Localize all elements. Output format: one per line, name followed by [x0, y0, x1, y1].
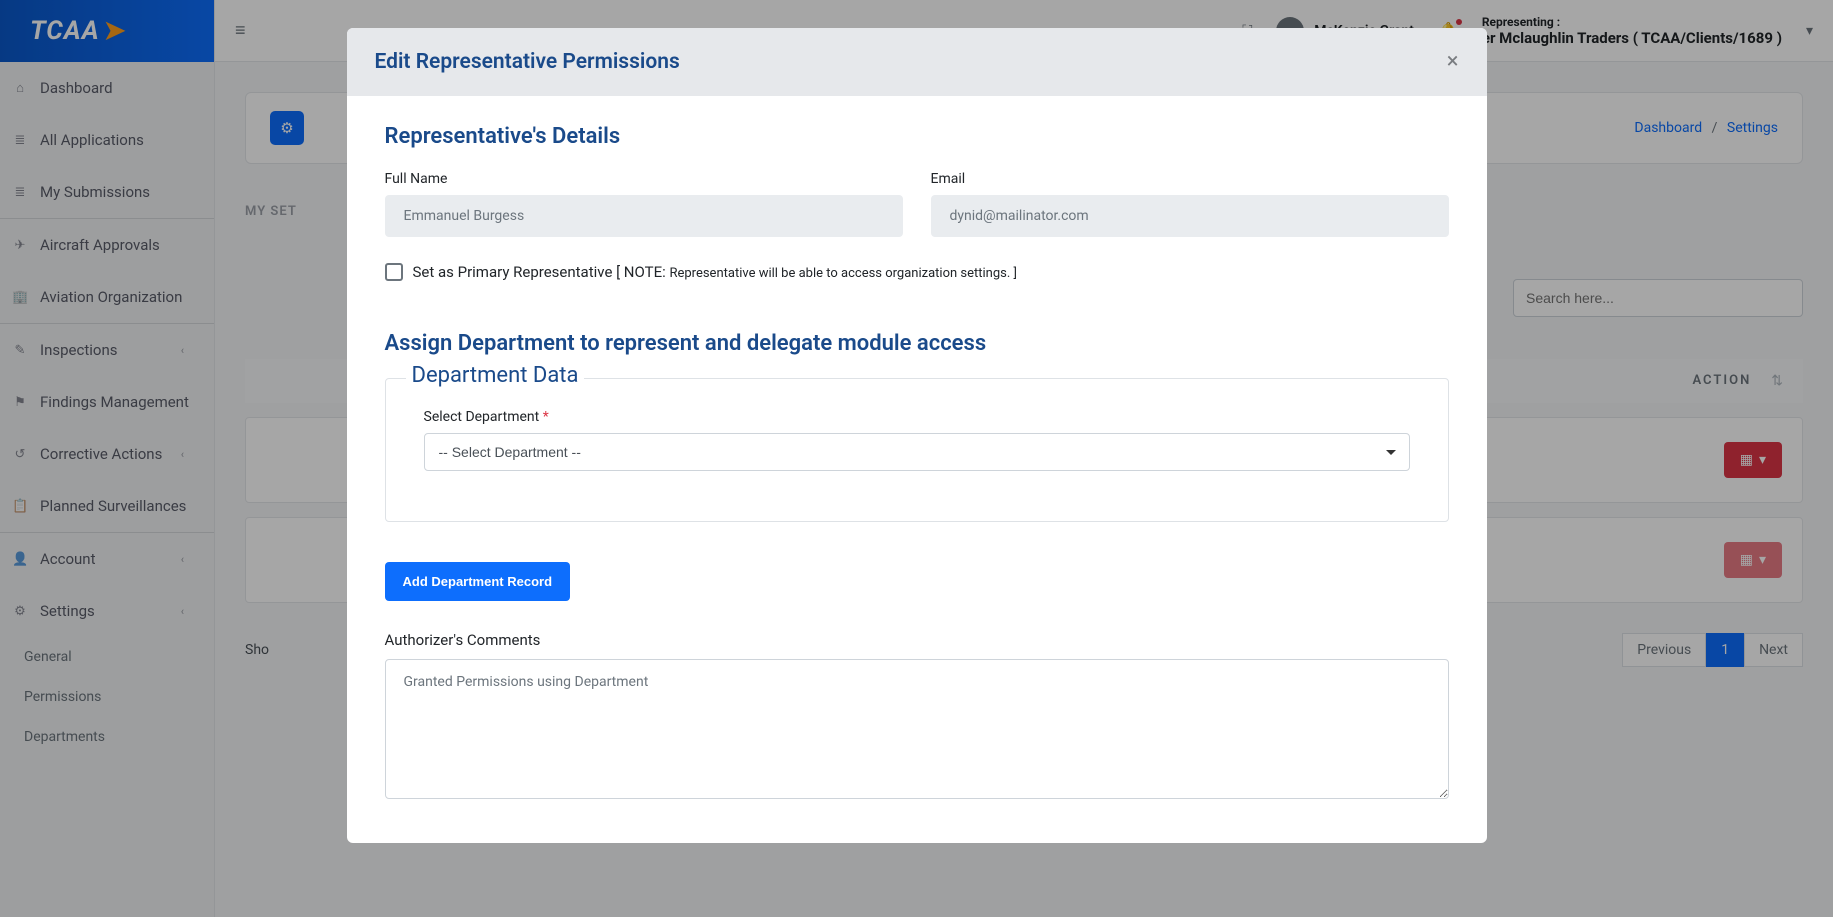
primary-rep-label: Set as Primary Representative [ NOTE: Re… — [413, 263, 1017, 281]
primary-representative-toggle[interactable]: Set as Primary Representative [ NOTE: Re… — [385, 263, 1449, 281]
full-name-field: Emmanuel Burgess — [385, 195, 903, 237]
authorizer-comments-label: Authorizer's Comments — [385, 631, 1449, 649]
modal-title: Edit Representative Permissions — [375, 50, 680, 74]
email-label: Email — [931, 171, 1449, 187]
add-department-record-button[interactable]: Add Department Record — [385, 562, 571, 601]
modal-header: Edit Representative Permissions × — [347, 28, 1487, 96]
checkbox-icon[interactable] — [385, 263, 403, 281]
close-icon[interactable]: × — [1447, 51, 1459, 73]
section-assign-department: Assign Department to represent and deleg… — [385, 331, 1449, 356]
edit-permissions-modal: Edit Representative Permissions × Repres… — [347, 28, 1487, 843]
authorizer-comments-textarea[interactable] — [385, 659, 1449, 799]
department-data-fieldset: Department Data Select Department -- Sel… — [385, 378, 1449, 522]
full-name-label: Full Name — [385, 171, 903, 187]
department-data-legend: Department Data — [406, 363, 585, 388]
email-field: dynid@mailinator.com — [931, 195, 1449, 237]
select-department-dropdown[interactable]: -- Select Department -- — [424, 433, 1410, 471]
select-department-label: Select Department — [424, 409, 1410, 425]
modal-body: Representative's Details Full Name Emman… — [347, 96, 1487, 843]
section-representative-details: Representative's Details — [385, 124, 1449, 149]
